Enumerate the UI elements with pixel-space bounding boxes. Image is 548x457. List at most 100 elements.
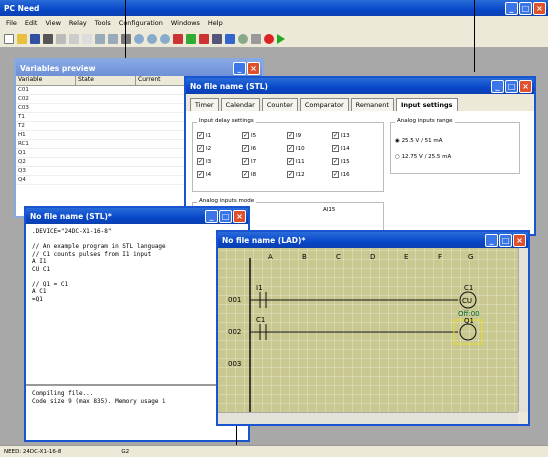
checkbox-input[interactable]: ✓ I9 (287, 129, 332, 142)
close-button[interactable]: × (247, 61, 260, 75)
input-label: I5 (251, 132, 257, 139)
checkbox-input[interactable]: ✓ I15 (332, 155, 377, 168)
settings-tabs: Timer Calendar Counter Comparator Remane… (186, 94, 534, 111)
zoom-in-icon[interactable] (134, 33, 144, 44)
upload-icon[interactable] (199, 33, 209, 44)
tab-remanent[interactable]: Remanent (350, 98, 394, 111)
row-number: 001 (228, 296, 242, 304)
var-name: Q3 (18, 168, 26, 174)
maximize-button[interactable]: □ (499, 233, 512, 247)
input-label: I10 (296, 145, 305, 152)
status-field: G2 (121, 448, 130, 455)
menu-windows[interactable]: Windows (171, 19, 200, 27)
stl-code-editor[interactable]: .DEVICE="24DC-X1-16-8" // An example pro… (26, 224, 248, 384)
stop-icon[interactable] (264, 33, 274, 44)
minimize-button[interactable]: _ (485, 233, 498, 247)
group-title: Input delay settings (197, 118, 256, 124)
callout-line (474, 0, 475, 72)
status-device: NEED: 24DC-X1-16-8 (4, 448, 62, 455)
var-name: Q2 (18, 159, 26, 165)
menu-help[interactable]: Help (208, 19, 223, 27)
new-icon[interactable] (4, 33, 14, 44)
download-icon[interactable] (186, 33, 196, 44)
checkbox-input[interactable]: ✓ I2 (197, 142, 242, 155)
maximize-button[interactable]: □ (519, 1, 532, 15)
compile-output: Compiling file... Code size 9 (max 835).… (26, 384, 248, 438)
horizontal-scrollbar[interactable] (218, 412, 518, 424)
contact-label: I1 (256, 284, 263, 292)
minimize-button[interactable]: _ (233, 61, 246, 75)
coil-type: CU (462, 297, 473, 305)
analog-range-group: Analog inputs range ◉ 25.5 V / 51 mA ○ 1… (390, 118, 520, 174)
undo-icon[interactable] (95, 33, 105, 44)
tab-counter[interactable]: Counter (261, 98, 298, 111)
tab-timer[interactable]: Timer (190, 98, 219, 111)
ladder-canvas[interactable]: A B C D E F G 001 002 003 I1 C1 C1 CU Of… (218, 248, 518, 414)
var-name: C01 (18, 87, 29, 93)
var-name: C02 (18, 96, 29, 102)
stl-title: No file name (STL)* (30, 211, 112, 221)
minimize-button[interactable]: _ (505, 1, 518, 15)
menu-view[interactable]: View (45, 19, 60, 27)
copy-icon[interactable] (69, 33, 79, 44)
tab-calendar[interactable]: Calendar (220, 98, 260, 111)
checkbox-input[interactable]: ✓ I13 (332, 129, 377, 142)
close-button[interactable]: × (513, 233, 526, 247)
radio-label: 12.75 V / 25.5 mA (401, 154, 452, 160)
menu-edit[interactable]: Edit (25, 19, 38, 27)
close-button[interactable]: × (533, 1, 546, 15)
cursor-icon[interactable] (225, 33, 235, 44)
redo-icon[interactable] (108, 33, 118, 44)
input-label: I13 (341, 132, 350, 139)
radio-range-low[interactable]: ○ 12.75 V / 25.5 mA (395, 149, 515, 165)
col-current: Current (136, 76, 186, 85)
settings-icon[interactable] (238, 33, 248, 44)
monitor-icon[interactable] (212, 33, 222, 44)
cut-icon[interactable] (56, 33, 66, 44)
save-icon[interactable] (30, 33, 40, 44)
zoom-out-icon[interactable] (147, 33, 157, 44)
checkbox-input[interactable]: ✓ I14 (332, 142, 377, 155)
checkbox-input[interactable]: ✓ I7 (242, 155, 287, 168)
checkbox-input[interactable]: ✓ I5 (242, 129, 287, 142)
vertical-scrollbar[interactable] (518, 248, 528, 412)
checkbox-input[interactable]: ✓ I6 (242, 142, 287, 155)
checkbox-input[interactable]: ✓ I1 (197, 129, 242, 142)
minimize-button[interactable]: _ (491, 79, 504, 93)
ladder-diagram (249, 258, 483, 414)
minimize-button[interactable]: _ (205, 209, 218, 223)
menu-relay[interactable]: Relay (69, 19, 87, 27)
radio-range-high[interactable]: ◉ 25.5 V / 51 mA (395, 133, 515, 149)
tab-comparator[interactable]: Comparator (299, 98, 349, 111)
run-icon[interactable] (277, 33, 285, 44)
input-label: I16 (341, 171, 350, 178)
group-title: Analog inputs mode (197, 198, 257, 204)
col-header: A (268, 253, 273, 261)
toolbar (0, 30, 548, 48)
checkbox-input[interactable]: ✓ I10 (287, 142, 332, 155)
maximize-button[interactable]: □ (219, 209, 232, 223)
close-button[interactable]: × (233, 209, 246, 223)
menu-tools[interactable]: Tools (95, 19, 111, 27)
checkbox-input[interactable]: ✓ I3 (197, 155, 242, 168)
chip-icon[interactable] (251, 33, 261, 44)
menu-bar: File Edit View Relay Tools Configuration… (0, 16, 548, 30)
col-header: C (336, 253, 341, 261)
checkbox-input[interactable]: ✓ I11 (287, 155, 332, 168)
maximize-button[interactable]: □ (505, 79, 518, 93)
checkbox-input[interactable]: ✓ I8 (242, 168, 287, 181)
menu-file[interactable]: File (6, 19, 17, 27)
compile-icon[interactable] (173, 33, 183, 44)
open-icon[interactable] (17, 33, 27, 44)
close-button[interactable]: × (519, 79, 532, 93)
checkbox-input[interactable]: ✓ I12 (287, 168, 332, 181)
coil-label: Q1 (464, 317, 474, 325)
row-number: 002 (228, 328, 242, 336)
checkbox-input[interactable]: ✓ I16 (332, 168, 377, 181)
paste-icon[interactable] (82, 33, 92, 44)
checkbox-input[interactable]: ✓ I4 (197, 168, 242, 181)
print-icon[interactable] (43, 33, 53, 44)
zoom-fit-icon[interactable] (160, 33, 170, 44)
delete-icon[interactable] (121, 33, 131, 44)
tab-input-settings[interactable]: Input settings (395, 98, 458, 111)
